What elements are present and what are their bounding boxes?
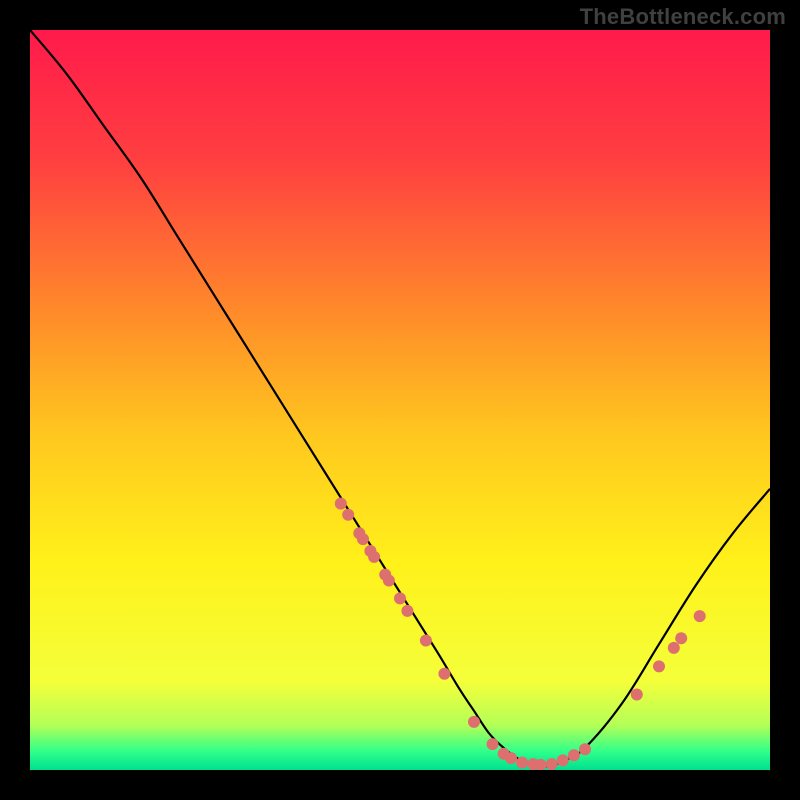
- outer-frame: TheBottleneck.com: [0, 0, 800, 800]
- curve-marker: [516, 757, 528, 769]
- curve-marker: [335, 498, 347, 510]
- curve-marker: [383, 575, 395, 587]
- curve-marker: [694, 610, 706, 622]
- curve-marker: [568, 749, 580, 761]
- curve-marker: [557, 754, 569, 766]
- chart-svg: [30, 30, 770, 770]
- curve-marker: [342, 509, 354, 521]
- curve-marker: [505, 752, 517, 764]
- curve-marker: [368, 551, 380, 563]
- curve-marker: [631, 689, 643, 701]
- watermark-text: TheBottleneck.com: [580, 4, 786, 30]
- curve-marker: [579, 743, 591, 755]
- curve-marker: [438, 668, 450, 680]
- curve-marker: [675, 632, 687, 644]
- chart-canvas: [30, 30, 770, 770]
- curve-marker: [401, 605, 413, 617]
- curve-marker: [468, 716, 480, 728]
- curve-marker: [357, 533, 369, 545]
- curve-marker: [420, 635, 432, 647]
- curve-marker: [394, 592, 406, 604]
- gradient-background: [30, 30, 770, 770]
- curve-marker: [668, 642, 680, 654]
- curve-marker: [487, 738, 499, 750]
- curve-marker: [546, 758, 558, 770]
- curve-marker: [653, 660, 665, 672]
